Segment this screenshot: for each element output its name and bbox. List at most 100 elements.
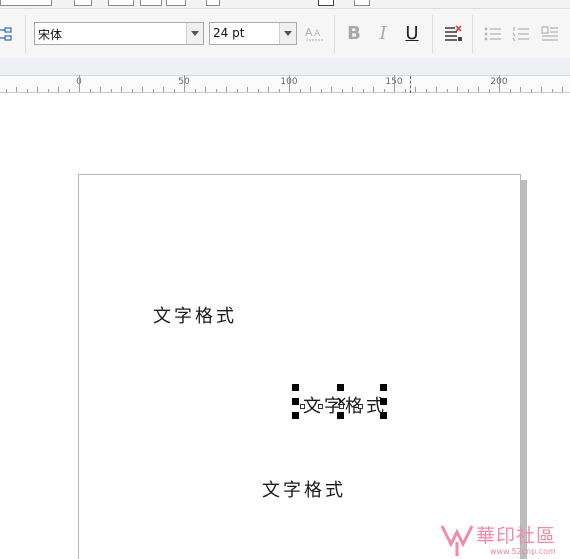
ruler-tick bbox=[205, 87, 206, 92]
ruler-tick bbox=[362, 89, 364, 92]
ruler-tick bbox=[289, 75, 290, 92]
ruler-tick bbox=[520, 87, 521, 92]
ruler-tick bbox=[394, 75, 395, 92]
artistic-text-1[interactable]: 文字格式 bbox=[153, 302, 237, 328]
ruler-tick bbox=[131, 89, 133, 92]
ruler-tick bbox=[499, 75, 500, 92]
ruler-tick bbox=[478, 87, 479, 92]
artistic-text-3[interactable]: 文字格式 bbox=[262, 476, 346, 502]
underline-label: U bbox=[405, 23, 419, 44]
toolbar-icon-partial[interactable] bbox=[206, 0, 220, 6]
character-node[interactable] bbox=[318, 404, 323, 409]
ruler-tick bbox=[215, 89, 217, 92]
font-size-increase-icon[interactable]: A A bbox=[302, 22, 328, 46]
chevron-down-icon[interactable] bbox=[186, 23, 203, 44]
svg-text:A: A bbox=[314, 29, 321, 39]
ruler-tick bbox=[320, 89, 322, 92]
toolbar-icon-partial[interactable] bbox=[140, 0, 162, 6]
ruler-cursor-marker bbox=[410, 76, 411, 93]
italic-button[interactable]: I bbox=[371, 22, 395, 46]
italic-label: I bbox=[379, 23, 387, 44]
ruler-tick bbox=[541, 87, 542, 92]
ruler-tick bbox=[488, 89, 490, 92]
toolbar-icon-partial[interactable] bbox=[166, 0, 186, 6]
selection-handle[interactable] bbox=[337, 412, 344, 419]
ruler-tick bbox=[47, 89, 49, 92]
ruler-tick bbox=[457, 87, 458, 92]
selection-handle[interactable] bbox=[380, 398, 387, 405]
ruler-scale[interactable]: 0 50 100 150 200 bbox=[0, 75, 570, 93]
selection-handle[interactable] bbox=[337, 384, 344, 391]
ruler-tick bbox=[299, 89, 301, 92]
font-size-combo[interactable]: 24 pt bbox=[209, 22, 297, 45]
ruler-tick bbox=[551, 89, 553, 92]
toolbar-input-partial[interactable] bbox=[0, 0, 52, 6]
settings-icon[interactable] bbox=[318, 0, 334, 6]
text-alignment-icon[interactable] bbox=[441, 22, 465, 46]
svg-text:A: A bbox=[305, 26, 313, 39]
page-shadow bbox=[521, 180, 527, 559]
ruler-tick bbox=[425, 89, 427, 92]
font-name-combo[interactable]: 宋体 bbox=[34, 22, 204, 45]
ruler-tick bbox=[562, 87, 563, 92]
drawing-canvas[interactable]: 文字格式 文字格式 文字格式 bbox=[0, 94, 570, 559]
text-property-bar: 宋体 24 pt A A B I U bbox=[0, 9, 570, 58]
ruler-tick bbox=[100, 87, 101, 92]
numbered-list-icon[interactable] bbox=[509, 22, 533, 46]
ruler-tick bbox=[142, 87, 143, 92]
selection-handle[interactable] bbox=[292, 412, 299, 419]
ruler-tick bbox=[415, 87, 416, 92]
chevron-down-icon[interactable] bbox=[279, 23, 296, 44]
ruler-header bbox=[0, 58, 570, 76]
ruler-tick bbox=[79, 75, 80, 92]
ruler-tick bbox=[163, 87, 164, 92]
separator bbox=[432, 15, 433, 53]
logo-mark-icon bbox=[440, 525, 474, 556]
separator bbox=[25, 15, 26, 53]
ruler-tick bbox=[37, 87, 38, 92]
ruler-tick bbox=[89, 89, 91, 92]
character-node[interactable] bbox=[300, 404, 305, 409]
underline-button[interactable]: U bbox=[400, 22, 424, 46]
ruler-tick bbox=[446, 89, 448, 92]
ruler-tick bbox=[152, 89, 154, 92]
ruler-tick bbox=[383, 89, 385, 92]
watermark-logo: 華印社區 www.52cnp.com bbox=[438, 520, 570, 559]
ruler-tick bbox=[247, 87, 248, 92]
ruler-tick bbox=[352, 87, 353, 92]
ruler-tick bbox=[173, 89, 175, 92]
toolbar-icon-partial[interactable] bbox=[74, 0, 92, 6]
selection-handle[interactable] bbox=[380, 384, 387, 391]
ruler-tick bbox=[310, 87, 311, 92]
drop-cap-icon[interactable] bbox=[538, 22, 562, 46]
ruler-tick bbox=[121, 87, 122, 92]
ruler-tick bbox=[404, 89, 406, 92]
bullet-list-icon[interactable] bbox=[481, 22, 505, 46]
selection-handle[interactable] bbox=[380, 412, 387, 419]
ruler-tick bbox=[236, 89, 238, 92]
ruler-tick bbox=[68, 89, 70, 92]
ruler-tick bbox=[110, 89, 112, 92]
selection-handle[interactable] bbox=[292, 398, 299, 405]
toolbar-icon-partial[interactable] bbox=[108, 0, 134, 6]
ruler-tick bbox=[5, 89, 7, 92]
ruler-tick bbox=[509, 89, 511, 92]
toolbar-icon-partial[interactable] bbox=[354, 0, 370, 6]
ruler-tick bbox=[436, 87, 437, 92]
ruler-tick bbox=[268, 87, 269, 92]
selection-handle[interactable] bbox=[292, 384, 299, 391]
standard-toolbar-partial bbox=[0, 0, 570, 9]
horizontal-ruler[interactable]: 0 50 100 150 200 bbox=[0, 58, 570, 93]
ruler-tick bbox=[278, 89, 280, 92]
ruler-tick bbox=[26, 89, 28, 92]
ruler-tick bbox=[341, 89, 343, 92]
character-node[interactable] bbox=[358, 404, 363, 409]
font-size-value: 24 pt bbox=[213, 26, 245, 40]
ruler-tick bbox=[331, 87, 332, 92]
center-mark-icon[interactable] bbox=[337, 397, 346, 406]
ruler-tick bbox=[226, 87, 227, 92]
bold-button[interactable]: B bbox=[342, 22, 366, 46]
align-icon[interactable] bbox=[0, 22, 16, 46]
ruler-tick bbox=[530, 89, 532, 92]
separator bbox=[472, 15, 473, 53]
